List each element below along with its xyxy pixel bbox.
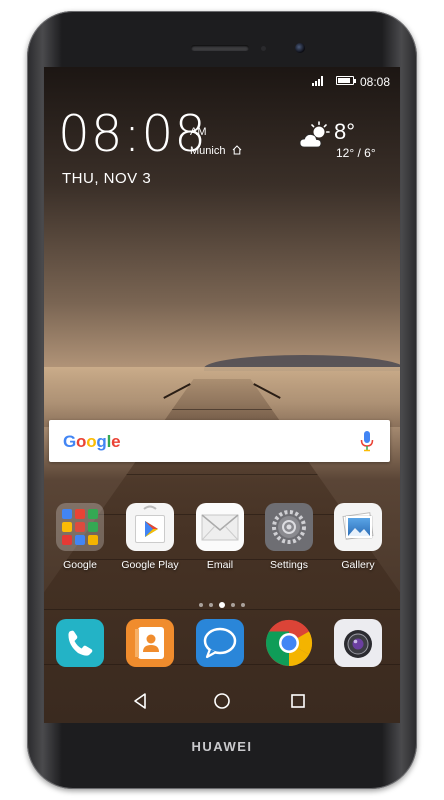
contacts-icon <box>126 619 174 667</box>
app-label: Gallery <box>341 559 375 571</box>
recents-icon[interactable] <box>286 689 310 713</box>
mic-icon[interactable] <box>360 430 374 452</box>
battery-icon <box>336 76 356 85</box>
play-store-icon <box>126 503 174 551</box>
chrome-icon <box>265 619 313 667</box>
signal-icon <box>312 76 326 86</box>
phone-icon <box>56 619 104 667</box>
page-dot[interactable] <box>241 602 245 607</box>
gallery-icon <box>334 503 382 551</box>
status-bar: 08:08 <box>44 67 400 93</box>
app-google-play[interactable]: Google Play <box>114 503 186 571</box>
email-icon <box>196 503 244 551</box>
camera-icon <box>334 619 382 667</box>
page-dot[interactable] <box>219 601 225 608</box>
dock-camera[interactable] <box>322 619 394 667</box>
app-label: Settings <box>270 559 308 571</box>
clock-date: THU, NOV 3 <box>62 170 152 187</box>
app-label: Google <box>63 559 97 571</box>
dock-contacts[interactable] <box>114 619 186 667</box>
clock-city: Munich <box>190 145 226 157</box>
page-dot[interactable] <box>209 602 213 607</box>
app-label: Email <box>206 559 234 571</box>
clock-time[interactable]: 08:08 <box>58 109 207 159</box>
page-dot[interactable] <box>199 602 203 607</box>
weather-temperature: 8° <box>334 119 356 144</box>
dock-messages[interactable] <box>184 619 256 667</box>
app-label: Google Play <box>121 559 179 571</box>
home-location-icon <box>232 145 242 155</box>
earpiece-speaker <box>191 45 249 51</box>
messages-icon <box>196 619 244 667</box>
dock-phone[interactable] <box>44 619 116 667</box>
back-icon[interactable] <box>128 689 152 713</box>
google-search-bar[interactable]: Google <box>49 420 390 462</box>
app-google[interactable]: Google <box>44 503 116 571</box>
navigation-bar <box>44 679 400 723</box>
page-indicator <box>44 596 400 608</box>
google-folder-icon <box>56 503 104 551</box>
proximity-sensor <box>261 46 266 51</box>
partly-cloudy-icon[interactable] <box>298 120 332 154</box>
dock-chrome[interactable] <box>253 619 325 667</box>
app-gallery[interactable]: Gallery <box>322 503 394 571</box>
page-dot[interactable] <box>231 602 235 607</box>
status-time: 08:08 <box>359 75 390 89</box>
home-icon[interactable] <box>210 689 234 713</box>
clock-ampm: AM <box>190 126 207 138</box>
home-screen: 08:08 08:08 AM Munich THU, NOV 3 8° 12° … <box>44 67 400 723</box>
weather-range: 12° / 6° <box>336 146 376 160</box>
google-logo: Google <box>63 432 121 451</box>
device-brand: HUAWEI <box>191 739 253 754</box>
app-settings[interactable]: Settings <box>253 503 325 571</box>
settings-gear-icon <box>265 503 313 551</box>
app-email[interactable]: Email <box>184 503 256 571</box>
front-camera <box>295 43 305 53</box>
